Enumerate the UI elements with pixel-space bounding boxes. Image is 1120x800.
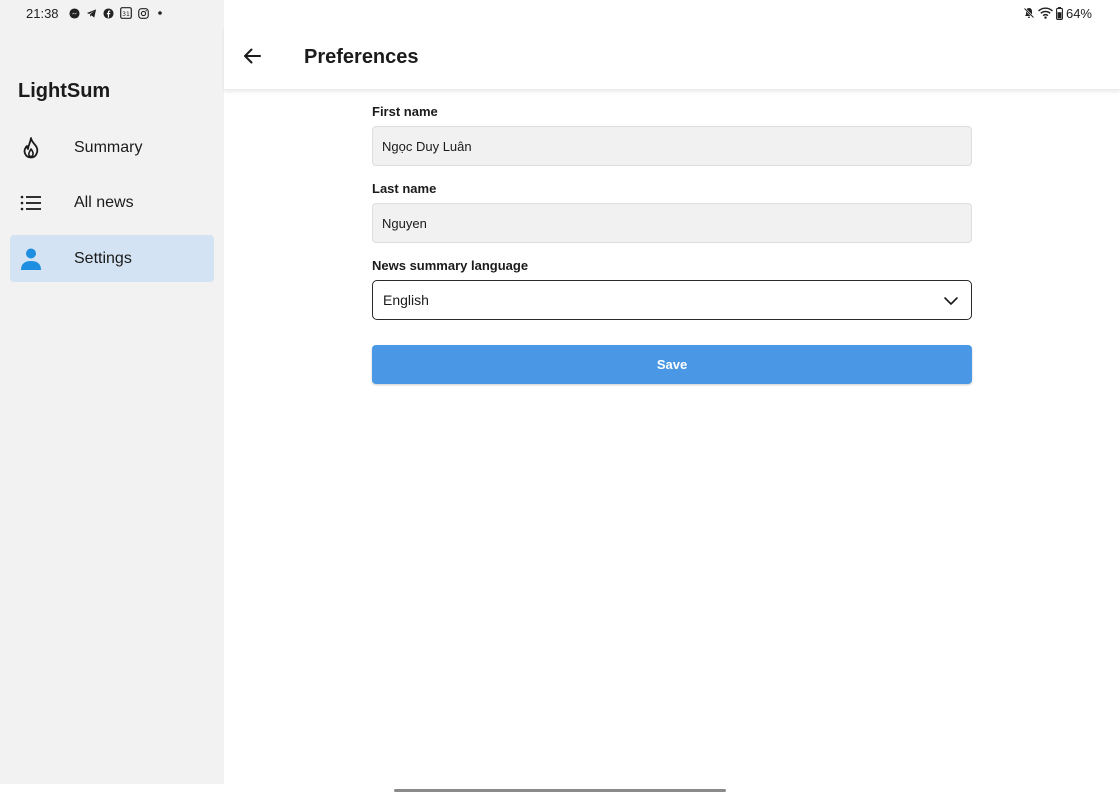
- sidebar-item-label: Summary: [74, 138, 143, 156]
- chevron-down-icon: [943, 293, 959, 309]
- back-button[interactable]: [238, 44, 266, 72]
- sidebar-item-label: Settings: [74, 249, 132, 267]
- arrow-back-icon: [242, 47, 262, 70]
- app-title: LightSum: [18, 80, 111, 102]
- status-bar-right: 64%: [1023, 5, 1092, 21]
- telegram-icon: [86, 8, 97, 19]
- sidebar-item-settings[interactable]: Settings: [10, 235, 214, 282]
- wifi-icon: [1037, 7, 1053, 19]
- sidebar-item-summary[interactable]: Summary: [10, 124, 214, 171]
- flame-icon: [18, 135, 44, 161]
- language-label: News summary language: [372, 258, 529, 273]
- battery-icon: [1056, 6, 1063, 20]
- first-name-label: First name: [372, 104, 438, 119]
- status-time: 21:38: [26, 5, 59, 21]
- battery-level: 64%: [1065, 5, 1092, 21]
- notifications-off-icon: [1023, 7, 1035, 19]
- home-indicator[interactable]: [394, 789, 726, 792]
- facebook-icon: [103, 7, 114, 19]
- last-name-label: Last name: [372, 181, 437, 196]
- top-app-bar: Preferences: [224, 26, 1120, 90]
- language-selected-value: English: [383, 292, 429, 308]
- list-icon: [18, 190, 44, 216]
- language-select[interactable]: English: [372, 280, 972, 320]
- instagram-icon: [137, 7, 149, 19]
- sidebar-item-label: All news: [74, 194, 134, 211]
- preferences-form: First name Last name News summary langua…: [372, 103, 972, 384]
- calendar-day: 31: [122, 11, 130, 18]
- sidebar-item-all-news[interactable]: All news: [10, 180, 214, 227]
- page-title: Preferences: [304, 46, 419, 68]
- status-bar-left: 21:38 31: [26, 5, 165, 21]
- person-icon: [18, 246, 44, 272]
- first-name-field[interactable]: [372, 126, 972, 166]
- messenger-icon: [69, 7, 80, 19]
- sidebar: 21:38 31 LightSum Summary All news Setti…: [0, 0, 224, 784]
- calendar-icon: 31: [119, 7, 132, 19]
- dot-icon: [155, 8, 165, 18]
- sidebar-nav: Summary All news Settings: [10, 124, 214, 291]
- last-name-field[interactable]: [372, 203, 972, 243]
- save-button[interactable]: Save: [372, 345, 972, 384]
